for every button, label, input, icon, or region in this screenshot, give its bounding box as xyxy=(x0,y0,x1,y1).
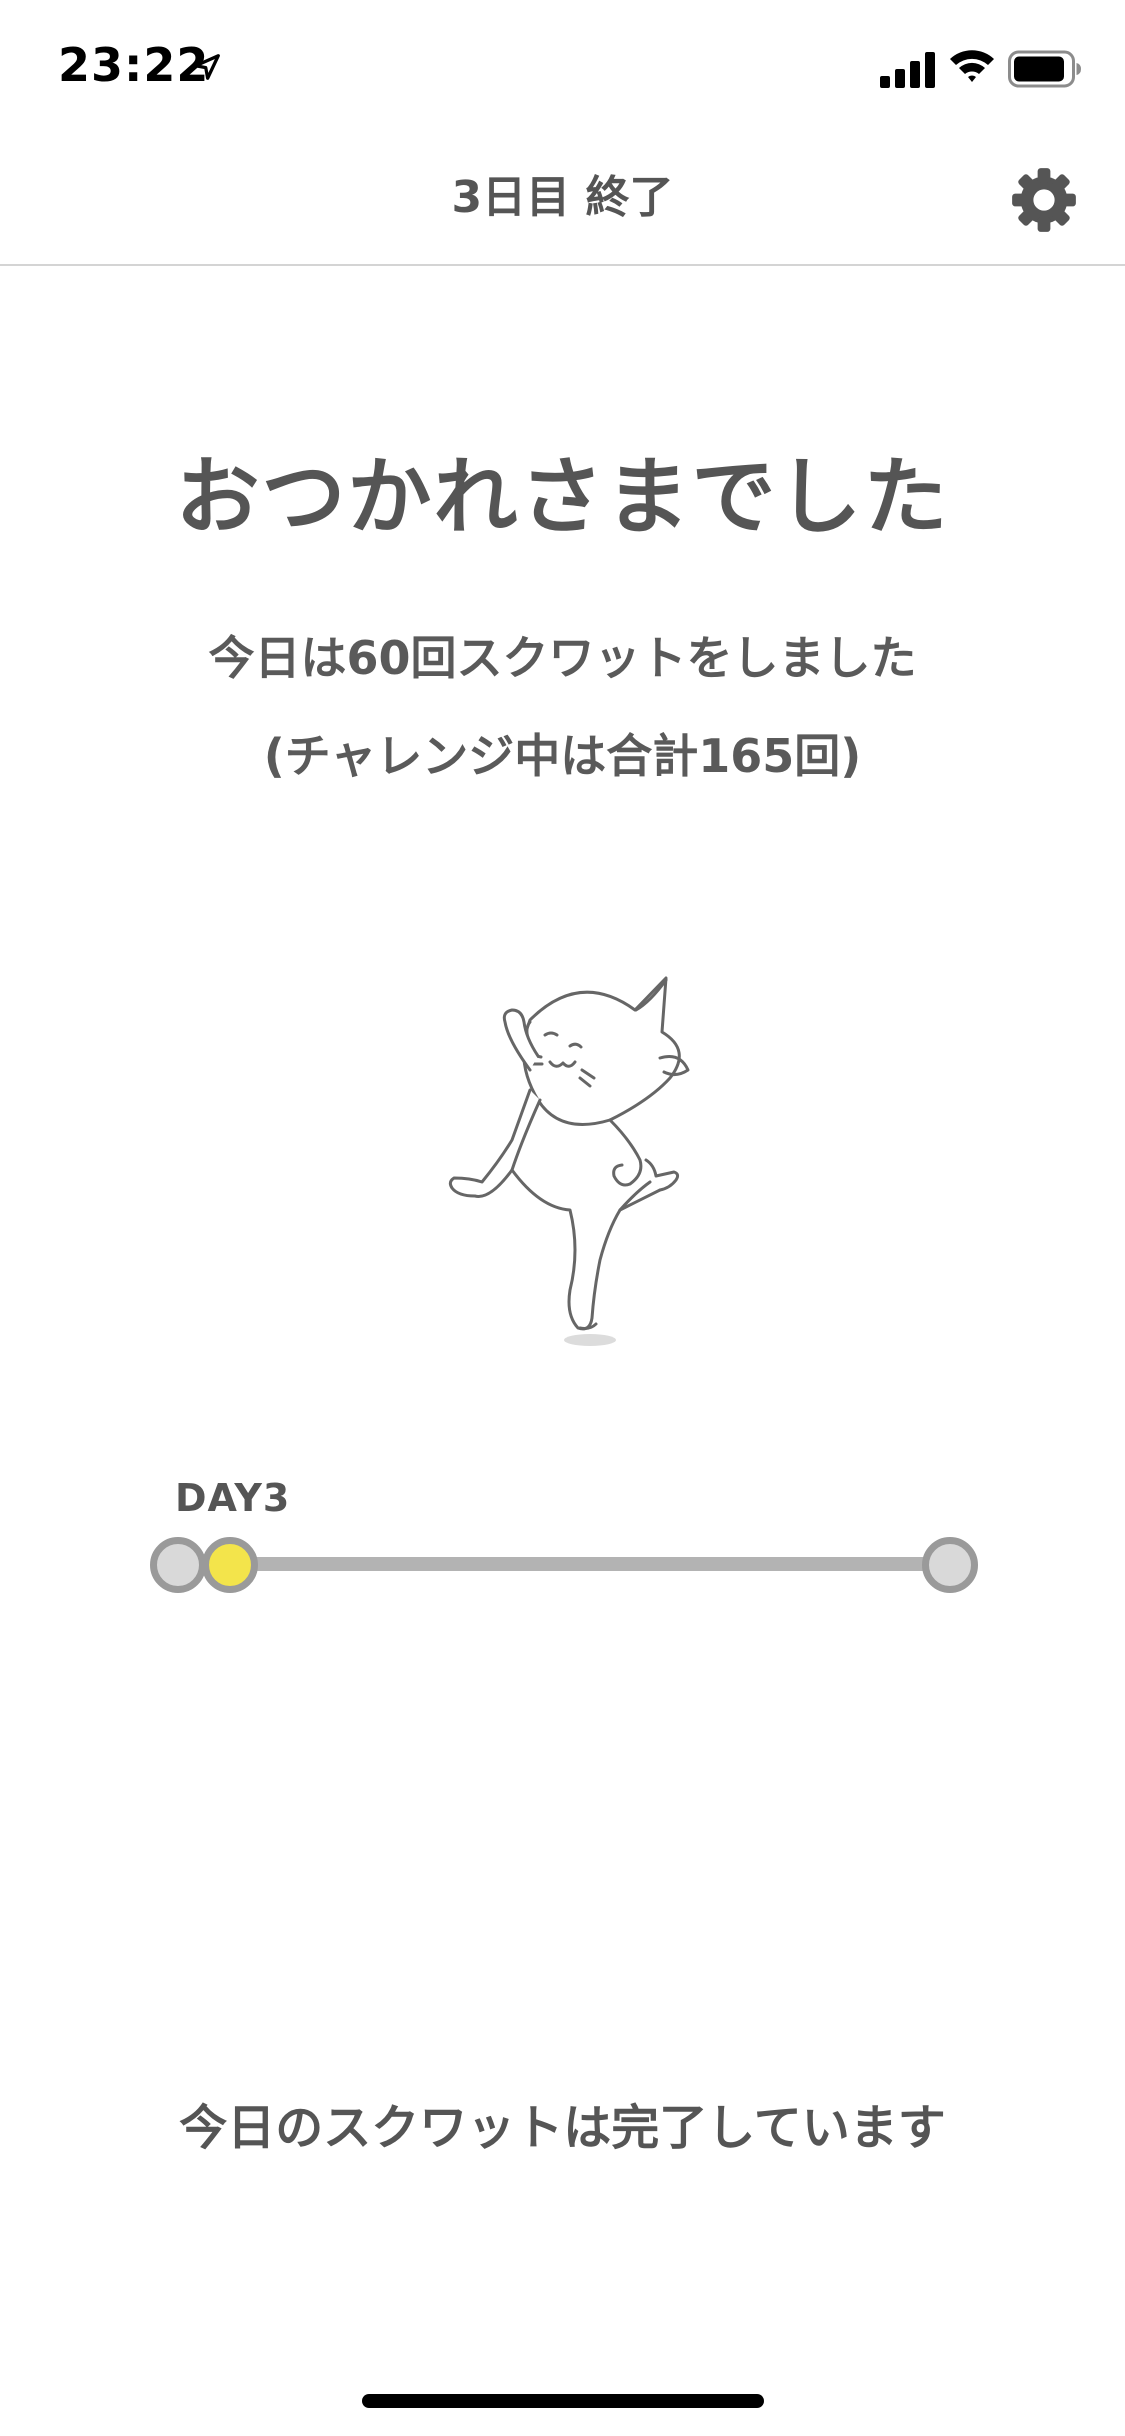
progress-current-day-dot xyxy=(202,1537,258,1593)
settings-gear-icon[interactable] xyxy=(1010,166,1078,234)
location-arrow-icon xyxy=(194,54,220,80)
status-time: 23:22 xyxy=(58,38,210,92)
progress-start-dot xyxy=(150,1537,206,1593)
completion-status: 今日のスクワットは完了しています xyxy=(179,2100,946,2156)
summary-total: (チャレンジ中は合計165回) xyxy=(263,729,862,783)
headline: おつかれさまでした xyxy=(175,448,950,546)
home-indicator[interactable] xyxy=(362,2394,764,2408)
day-label: DAY3 xyxy=(175,1476,291,1520)
nav-title: 3日目 終了 xyxy=(451,172,674,223)
cellular-signal-icon xyxy=(880,52,935,88)
challenge-progress-bar xyxy=(150,1536,980,1593)
progress-track xyxy=(178,1557,948,1571)
summary-today: 今日は60回スクワットをしました xyxy=(208,631,917,685)
progress-end-dot xyxy=(922,1537,978,1593)
wifi-icon xyxy=(950,50,994,82)
cat-illustration xyxy=(448,976,690,1346)
status-bar: 23:22 xyxy=(0,0,1125,132)
nav-bar: 3日目 終了 xyxy=(0,132,1125,266)
battery-icon xyxy=(1008,50,1081,88)
